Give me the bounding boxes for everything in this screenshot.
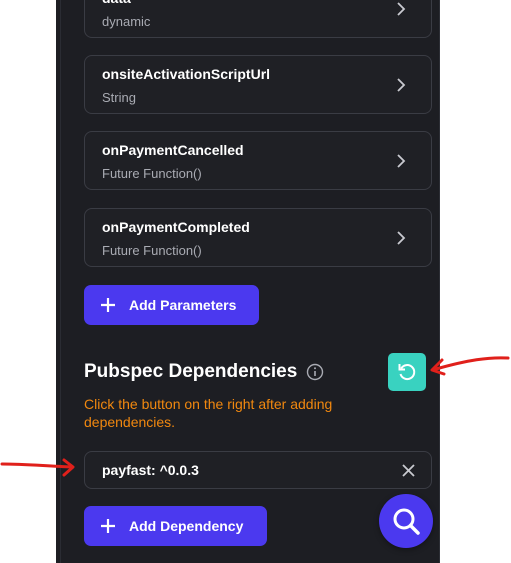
parameter-card-onpaymentcompleted[interactable]: onPaymentCompleted Future Function() — [84, 208, 432, 267]
chevron-right-icon — [397, 231, 406, 245]
dependency-value: payfast: ^0.0.3 — [102, 462, 199, 478]
info-icon[interactable] — [306, 363, 324, 381]
parameter-card-data[interactable]: data dynamic — [84, 0, 432, 38]
plus-icon — [101, 519, 115, 533]
parameter-card-onsiteactivationscripturl[interactable]: onsiteActivationScriptUrl String — [84, 55, 432, 114]
refresh-icon — [398, 364, 416, 381]
add-parameters-button[interactable]: Add Parameters — [84, 285, 259, 325]
dependency-field[interactable]: payfast: ^0.0.3 — [84, 451, 432, 489]
chevron-right-icon — [397, 78, 406, 92]
parameter-type: Future Function() — [102, 166, 202, 181]
add-parameters-label: Add Parameters — [129, 297, 237, 313]
search-button[interactable] — [379, 494, 433, 548]
parameter-type: String — [102, 90, 136, 105]
chevron-right-icon — [397, 154, 406, 168]
chevron-right-icon — [397, 2, 406, 16]
parameter-type: dynamic — [102, 14, 151, 29]
parameter-name: onPaymentCompleted — [102, 219, 250, 235]
parameter-card-onpaymentcancelled[interactable]: onPaymentCancelled Future Function() — [84, 131, 432, 190]
refresh-dependencies-button[interactable] — [388, 353, 426, 391]
add-dependency-label: Add Dependency — [129, 518, 244, 534]
parameter-name: onPaymentCancelled — [102, 142, 244, 158]
parameter-type: Future Function() — [102, 243, 202, 258]
add-dependency-button[interactable]: Add Dependency — [84, 506, 267, 546]
parameter-name: onsiteActivationScriptUrl — [102, 66, 271, 82]
dependencies-hint: Click the button on the right after addi… — [84, 396, 333, 430]
close-icon[interactable] — [402, 464, 415, 477]
plus-icon — [101, 298, 115, 312]
parameter-name: data — [102, 0, 131, 6]
annotation-arrow-right — [430, 356, 510, 376]
section-title: Pubspec Dependencies — [84, 361, 298, 382]
annotation-arrow-left — [0, 458, 75, 477]
search-icon — [393, 508, 420, 535]
